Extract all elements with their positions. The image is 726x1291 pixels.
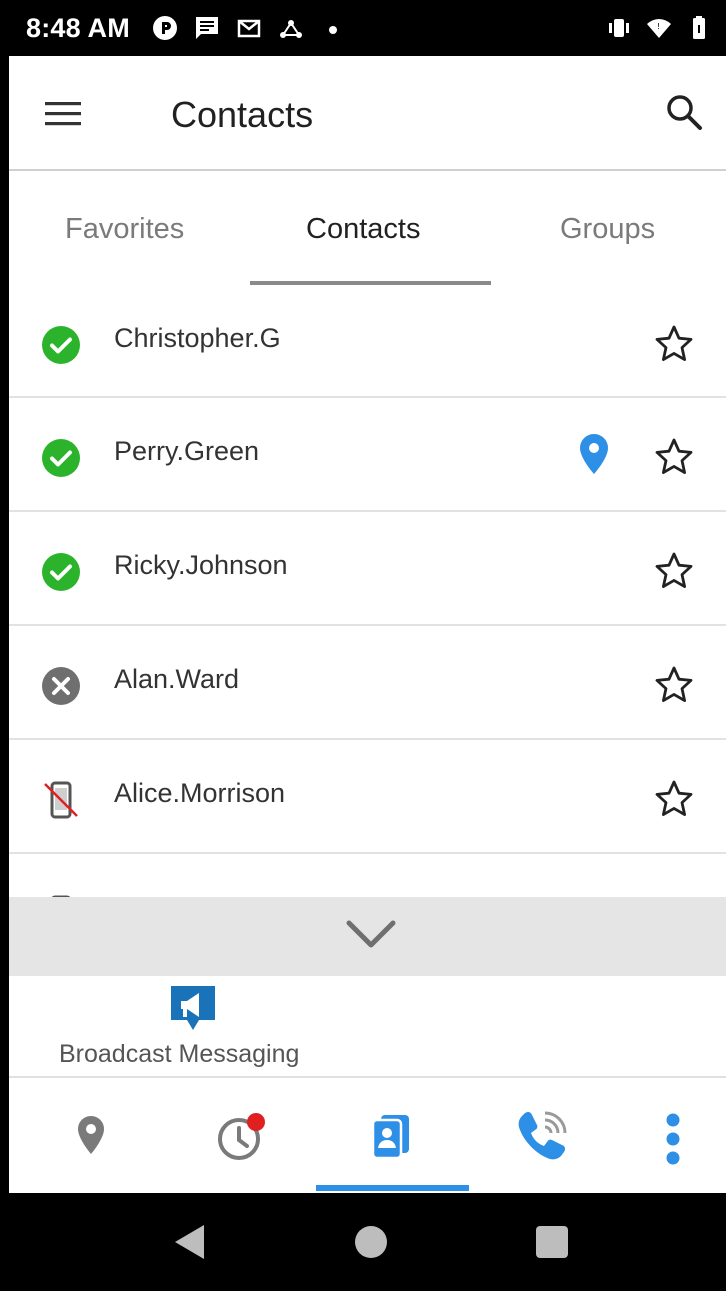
status-icons-right: ! [606,15,712,41]
p-icon [152,16,177,40]
location-pin-icon[interactable] [579,433,609,475]
dot-icon [328,26,337,34]
bottom-nav [9,1079,726,1193]
vibrate-icon [609,19,629,37]
contact-row-partial[interactable] [9,854,726,897]
search-icon[interactable] [664,92,704,132]
network-icon [279,20,302,38]
favorite-star-icon[interactable] [654,665,694,705]
page-title: Contacts [171,94,314,135]
broadcast-label: Broadcast Messaging [59,1040,300,1068]
home-icon[interactable] [352,1223,390,1261]
favorite-star-icon[interactable] [654,437,694,477]
history-icon [218,1113,265,1160]
contacts-icon [371,1115,409,1159]
nav-calls[interactable] [469,1079,609,1193]
back-icon[interactable] [172,1223,206,1261]
nav-location[interactable] [17,1079,157,1193]
status-bar: 8:48 AM ! [0,0,726,56]
history-badge [247,1113,265,1131]
nav-more[interactable] [607,1079,726,1193]
online-check-icon [42,553,80,591]
more-icon [666,1113,680,1165]
gmail-icon [237,19,261,38]
contact-row[interactable]: Alice.Morrison [9,740,726,854]
online-check-icon [42,326,80,364]
tab-bar: Favorites Contacts Groups [9,173,726,285]
contact-name: Perry.Green [114,436,260,466]
battery-icon [693,16,705,39]
app-bar: Contacts [9,56,726,171]
broadcast-icon [171,986,215,1030]
system-nav-bar [0,1193,726,1291]
tab-favorites[interactable]: Favorites [65,213,184,246]
svg-text:!: ! [657,22,660,31]
tab-groups[interactable]: Groups [560,213,655,246]
chevron-down-icon[interactable] [346,919,396,949]
contact-name: Alice.Morrison [114,778,286,808]
online-check-icon [42,439,80,477]
contact-row[interactable]: Christopher.G [9,285,726,398]
recents-icon[interactable] [534,1223,570,1261]
status-time: 8:48 AM [26,12,130,43]
message-icon [195,17,218,39]
wifi-icon: ! [647,19,671,38]
broadcast-messaging-button[interactable]: Broadcast Messaging [9,976,726,1078]
favorite-star-icon[interactable] [654,551,694,591]
offline-x-icon [42,667,80,705]
menu-icon[interactable] [43,94,83,134]
contact-row[interactable]: Ricky.Johnson [9,512,726,626]
favorite-star-icon[interactable] [654,324,694,364]
no-device-icon [44,781,78,819]
nav-contacts[interactable] [319,1079,459,1193]
contact-name: Alan.Ward [114,664,240,694]
tab-contacts[interactable]: Contacts [306,213,420,246]
contact-row[interactable]: Perry.Green [9,398,726,512]
contact-row[interactable]: Alan.Ward [9,626,726,740]
favorite-star-icon[interactable] [654,779,694,819]
call-icon [518,1111,567,1160]
contact-name: Ricky.Johnson [114,550,288,580]
contact-name: Christopher.G [114,323,281,353]
status-icons-left [152,15,346,41]
location-icon [78,1116,104,1154]
collapse-bar[interactable] [9,897,726,976]
nav-history[interactable] [169,1079,309,1193]
nav-active-indicator [316,1185,469,1191]
contact-list[interactable]: Christopher.G Perry.Green Ricky.Johnson [9,285,726,897]
